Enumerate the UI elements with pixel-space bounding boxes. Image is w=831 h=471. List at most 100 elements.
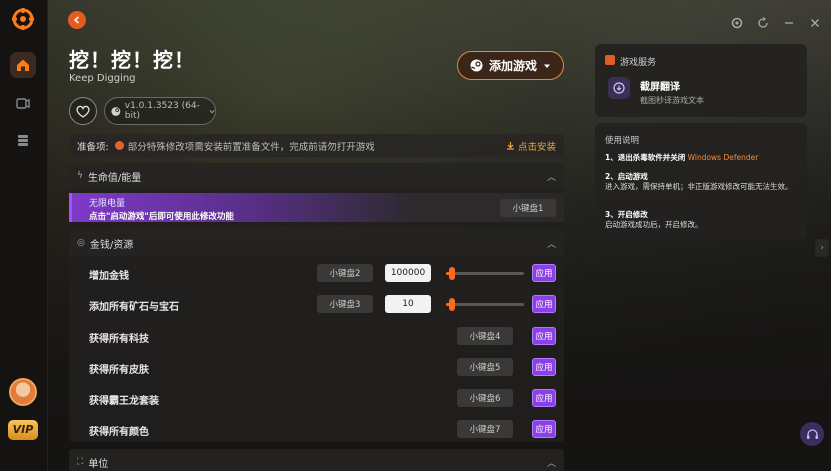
app-logo-icon[interactable] [12, 8, 34, 30]
cheat-row-unlimited-power[interactable]: 无限电量 点击"启动游戏"后即可使用此修改功能 [69, 193, 564, 222]
prerequisite-notice: 准备项: 部分特殊修改项需安装前置准备文件，完成前请勿打开游戏 点击安装 [69, 134, 564, 157]
sidebar-item-games[interactable] [10, 90, 36, 116]
cheat-label: 添加所有矿石与宝石 [89, 302, 179, 313]
step-number: 3、 [605, 210, 618, 219]
caret-down-icon [544, 64, 550, 68]
cheat-label: 获得所有皮肤 [89, 365, 149, 376]
notice-label: 准备项: [77, 141, 109, 153]
money-slider[interactable] [446, 267, 524, 280]
settings-icon[interactable] [731, 14, 743, 29]
close-icon[interactable] [809, 14, 821, 27]
headset-icon [806, 428, 818, 439]
service-icon [605, 55, 615, 65]
section-title: 单位 [88, 458, 109, 470]
refresh-icon[interactable] [757, 14, 769, 28]
cheat-label: 获得所有颜色 [89, 427, 149, 438]
step-number: 2、 [605, 172, 618, 181]
step-head: 开启修改 [617, 210, 648, 219]
sidebar-item-library[interactable] [10, 127, 36, 153]
sidebar-item-home[interactable] [10, 52, 36, 78]
heart-icon [76, 105, 90, 118]
back-button[interactable] [68, 11, 86, 29]
slider-thumb[interactable] [449, 267, 455, 280]
steam-icon [470, 59, 483, 72]
ores-slider[interactable] [446, 298, 524, 311]
hotkey-badge: 小键盘7 [457, 420, 513, 438]
version-label: v1.0.1.3523 (64-bit) [124, 101, 200, 121]
service-section-title: 游戏服务 [620, 58, 657, 68]
steam-icon [111, 106, 121, 116]
expand-panel-button[interactable]: › [815, 239, 829, 257]
section-health-energy[interactable]: ϟ 生命值/能量 ︿ [69, 163, 564, 189]
health-icon: ϟ [77, 171, 83, 181]
window-controls [731, 14, 821, 29]
home-icon [17, 59, 29, 71]
cheat-label: 获得霸王龙套装 [89, 396, 159, 407]
help-step-2: 2、启动游戏 进入游戏，需保持单机；非正版游戏修改可能无法生效。 [605, 172, 800, 192]
units-icon: ⛶ [77, 457, 84, 467]
notice-message: 部分特殊修改项需安装前置准备文件，完成前请勿打开游戏 [127, 141, 375, 153]
cheat-label: 获得所有科技 [89, 334, 149, 345]
cheat-label: 增加金钱 [89, 271, 129, 282]
step-head: 启动游戏 [617, 172, 648, 181]
game-service-card: 游戏服务 截屏翻译 截图秒译游戏文本 [595, 44, 807, 117]
minimize-icon[interactable] [783, 14, 795, 26]
chevron-right-icon: › [820, 243, 824, 253]
apply-button[interactable]: 应用 [532, 420, 556, 438]
user-avatar[interactable] [9, 378, 37, 406]
apply-button[interactable]: 应用 [532, 327, 556, 345]
support-button[interactable] [800, 422, 824, 446]
game-title: 挖！挖！挖！ [69, 48, 195, 72]
add-game-label: 添加游戏 [488, 59, 537, 73]
add-game-button[interactable]: 添加游戏 [457, 51, 564, 80]
arrow-left-icon [73, 16, 79, 24]
section-body [69, 256, 564, 442]
help-title: 使用说明 [605, 136, 640, 146]
step-body: 进入游戏，需保持单机；非正版游戏修改可能无法生效。 [605, 182, 793, 191]
service-desc: 截图秒译游戏文本 [640, 96, 704, 105]
apply-button[interactable]: 应用 [532, 358, 556, 376]
step-number: 1、 [605, 153, 618, 162]
hotkey-badge: 小键盘4 [457, 327, 513, 345]
section-title: 金钱/资源 [89, 239, 134, 251]
version-select[interactable]: v1.0.1.3523 (64-bit) [104, 97, 216, 125]
step-head: 退出杀毒软件并关闭 [617, 153, 686, 162]
warning-icon [114, 141, 124, 150]
install-label: 点击安装 [517, 141, 556, 153]
chevron-up-icon[interactable]: ︿ [547, 170, 556, 183]
hotkey-badge: 小键盘5 [457, 358, 513, 376]
hotkey-badge: 小键盘3 [317, 295, 373, 313]
section-units[interactable]: ⛶ 单位 ︿ [69, 449, 564, 471]
ores-value-input[interactable]: 10 [385, 295, 431, 313]
help-card: 使用说明 1、退出杀毒软件并关闭 Windows Defender 2、启动游戏… [595, 123, 807, 240]
apply-button[interactable]: 应用 [532, 295, 556, 313]
hotkey-badge: 小键盘6 [457, 389, 513, 407]
vip-badge[interactable]: VIP [8, 420, 38, 440]
chevron-up-icon[interactable]: ︿ [547, 237, 556, 250]
sidebar: VIP [0, 0, 48, 471]
games-icon [16, 98, 30, 109]
game-subtitle: Keep Digging [69, 73, 136, 84]
section-money-resources[interactable]: ◎ 金钱/资源 ︿ [69, 230, 564, 256]
money-value-input[interactable]: 100000 [385, 264, 431, 282]
hotkey-badge: 小键盘2 [317, 264, 373, 282]
cheat-label: 无限电量 [89, 199, 126, 209]
help-step-3: 3、开启修改 启动游戏成功后，开启修改。 [605, 210, 800, 230]
chevron-down-icon [209, 109, 215, 114]
favorite-button[interactable] [69, 97, 97, 125]
step-accent: Windows Defender [687, 153, 759, 162]
coin-icon: ◎ [77, 238, 85, 248]
screenshot-translate-icon[interactable] [608, 77, 630, 99]
step-body: 启动游戏成功后，开启修改。 [605, 220, 703, 229]
download-icon [506, 142, 514, 150]
section-title: 生命值/能量 [87, 172, 142, 184]
library-icon [18, 135, 28, 146]
apply-button[interactable]: 应用 [532, 389, 556, 407]
help-step-1: 1、退出杀毒软件并关闭 Windows Defender [605, 153, 800, 163]
chevron-up-icon[interactable]: ︿ [547, 456, 556, 469]
apply-button[interactable]: 应用 [532, 264, 556, 282]
service-name[interactable]: 截屏翻译 [640, 78, 680, 93]
slider-thumb[interactable] [449, 298, 455, 311]
hotkey-badge: 小键盘1 [500, 199, 556, 217]
install-button[interactable]: 点击安装 [506, 139, 556, 153]
